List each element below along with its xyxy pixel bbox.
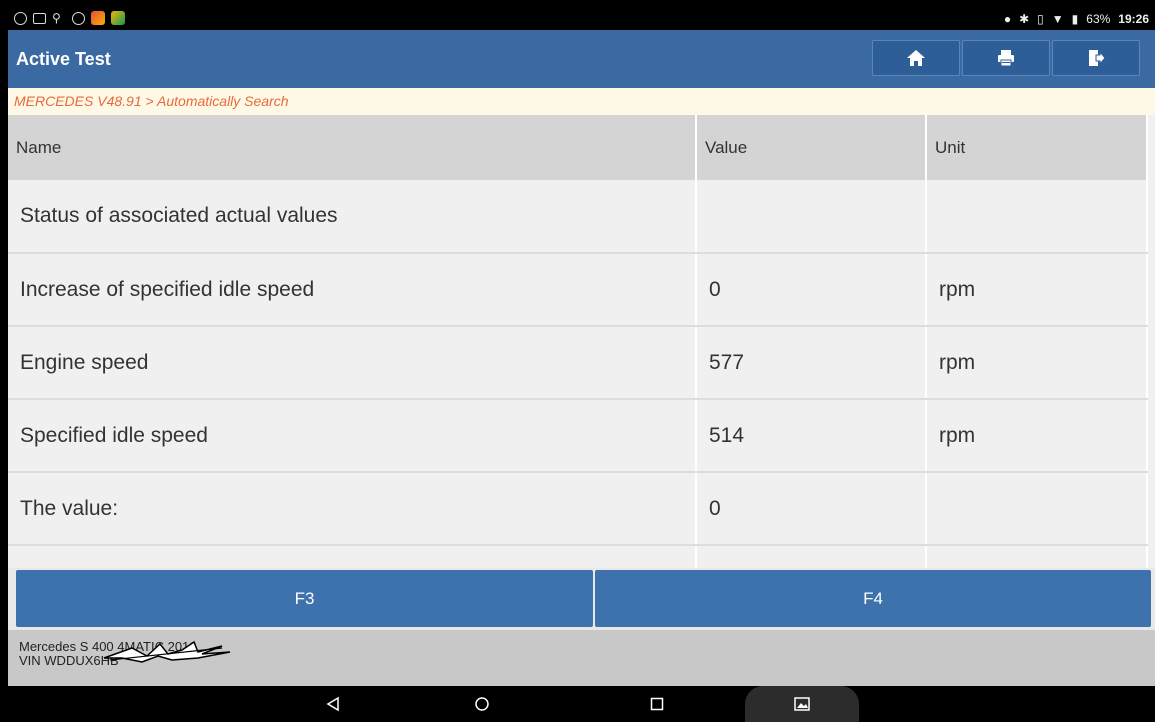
row-unit: rpm bbox=[926, 253, 1148, 327]
row-name: The value: bbox=[8, 472, 697, 546]
navigation-bar bbox=[8, 686, 1155, 722]
status-bar-system: ● ✱ ▯ ▼ ▮ 63% 19:26 bbox=[1004, 10, 1149, 28]
row-unit: rpm bbox=[926, 326, 1148, 400]
bluetooth-off-icon bbox=[72, 11, 85, 25]
column-header-name: Name bbox=[8, 115, 697, 180]
wifi-icon: ▼ bbox=[1051, 12, 1064, 26]
status-bar-notifications: ⚲ bbox=[14, 11, 125, 25]
row-value: 0 bbox=[696, 472, 927, 546]
back-icon bbox=[326, 696, 339, 712]
navigation-icon bbox=[14, 11, 27, 25]
f3-button[interactable]: F3 bbox=[16, 570, 593, 627]
home-icon bbox=[907, 50, 925, 66]
app-icon bbox=[91, 11, 105, 25]
bluetooth-icon: ✱ bbox=[1019, 12, 1030, 26]
row-name: Increase of specified idle speed bbox=[8, 253, 697, 327]
table-row[interactable]: The value: 0 bbox=[8, 472, 1148, 546]
page-title: Active Test bbox=[16, 49, 111, 69]
row-unit bbox=[926, 472, 1148, 546]
print-icon bbox=[998, 50, 1014, 67]
home-circle-icon bbox=[475, 697, 489, 711]
row-name: Specified idle speed bbox=[8, 399, 697, 473]
column-header-unit: Unit bbox=[926, 115, 1148, 180]
row-value bbox=[696, 545, 927, 568]
row-value: 514 bbox=[696, 399, 927, 473]
screenshot-icon bbox=[794, 697, 810, 711]
breadcrumb: MERCEDES V48.91 > Automatically Search bbox=[8, 88, 1155, 115]
home-nav-button[interactable] bbox=[462, 686, 502, 722]
f4-button[interactable]: F4 bbox=[595, 570, 1151, 627]
vehicle-info: Mercedes S 400 4MATIC 2016 VIN WDDUX6HB bbox=[8, 630, 1155, 686]
home-button[interactable] bbox=[872, 40, 960, 76]
battery-icon: ▮ bbox=[1071, 12, 1079, 26]
data-stream-table[interactable]: Name Value Unit Status of associated act… bbox=[8, 115, 1155, 568]
vibrate-icon: ▯ bbox=[1037, 12, 1044, 26]
recents-button[interactable] bbox=[637, 686, 677, 722]
row-value bbox=[696, 180, 927, 254]
row-value: 0 bbox=[696, 253, 927, 327]
row-name: Status of associated actual values bbox=[8, 180, 697, 254]
table-row[interactable]: Status of associated actual values bbox=[8, 180, 1148, 254]
screen-icon bbox=[33, 12, 46, 24]
clock: 19:26 bbox=[1118, 12, 1149, 26]
table-row[interactable]: Specified idle speed 514 rpm bbox=[8, 399, 1148, 473]
function-key-bar: F3 F4 bbox=[8, 568, 1155, 630]
location-icon: ● bbox=[1003, 12, 1012, 26]
row-unit: rpm bbox=[926, 399, 1148, 473]
screenshot-button[interactable] bbox=[745, 686, 859, 722]
app-icon bbox=[111, 11, 125, 25]
table-row[interactable]: F3 bbox=[8, 545, 1148, 568]
status-bar: ⚲ ● ✱ ▯ ▼ ▮ 63% 19:26 bbox=[8, 8, 1155, 30]
row-name: Engine speed bbox=[8, 326, 697, 400]
table-header-row: Name Value Unit bbox=[8, 115, 1148, 180]
app-bar: Active Test bbox=[8, 30, 1155, 88]
table-row[interactable]: Increase of specified idle speed 0 rpm bbox=[8, 253, 1148, 327]
row-unit bbox=[926, 180, 1148, 254]
row-unit bbox=[926, 545, 1148, 568]
row-value: 577 bbox=[696, 326, 927, 400]
print-button[interactable] bbox=[962, 40, 1050, 76]
table-row[interactable]: Engine speed 577 rpm bbox=[8, 326, 1148, 400]
usb-icon: ⚲ bbox=[52, 11, 61, 25]
battery-percent: 63% bbox=[1086, 12, 1111, 26]
exit-icon bbox=[1089, 50, 1106, 66]
row-name: F3 bbox=[8, 545, 697, 568]
recents-icon bbox=[650, 697, 664, 711]
redaction-scribble bbox=[103, 640, 231, 663]
back-button[interactable] bbox=[313, 686, 353, 722]
column-header-value: Value bbox=[696, 115, 927, 180]
exit-button[interactable] bbox=[1052, 40, 1140, 76]
